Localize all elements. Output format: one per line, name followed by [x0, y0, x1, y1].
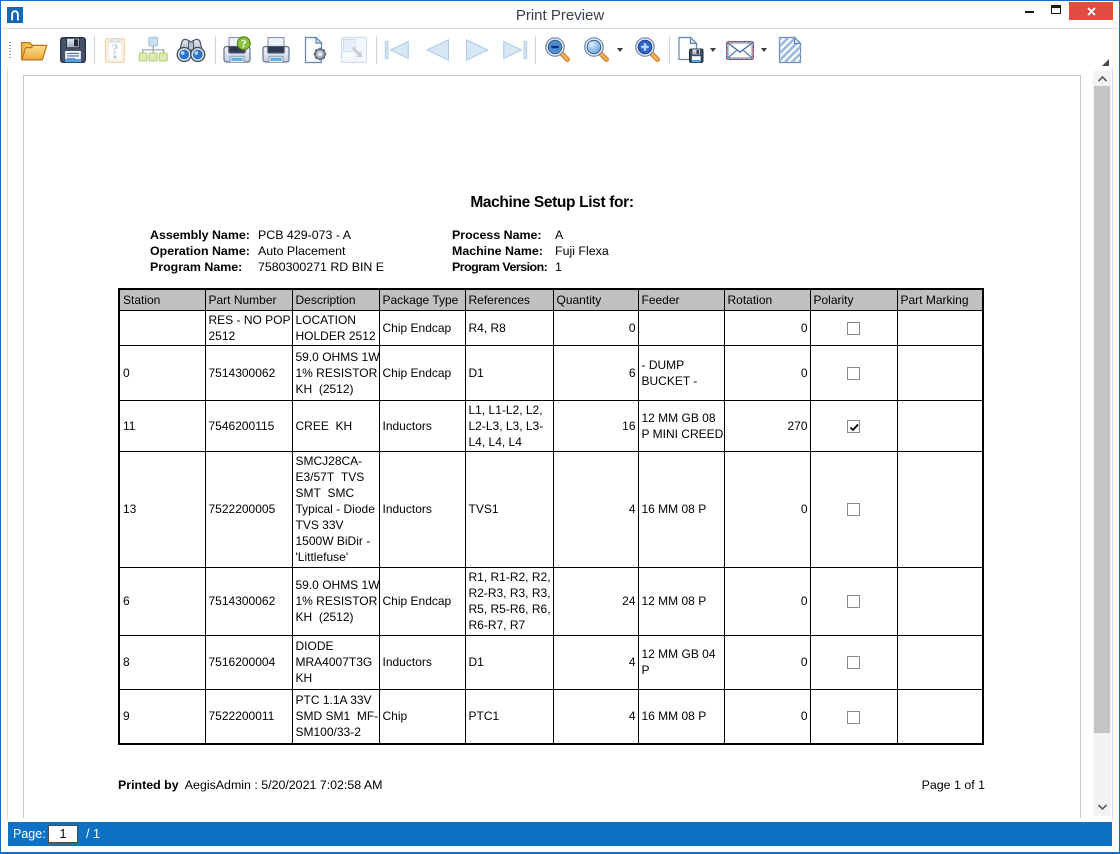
svg-text:?: ?	[112, 43, 119, 58]
svg-text:?: ?	[241, 39, 247, 51]
